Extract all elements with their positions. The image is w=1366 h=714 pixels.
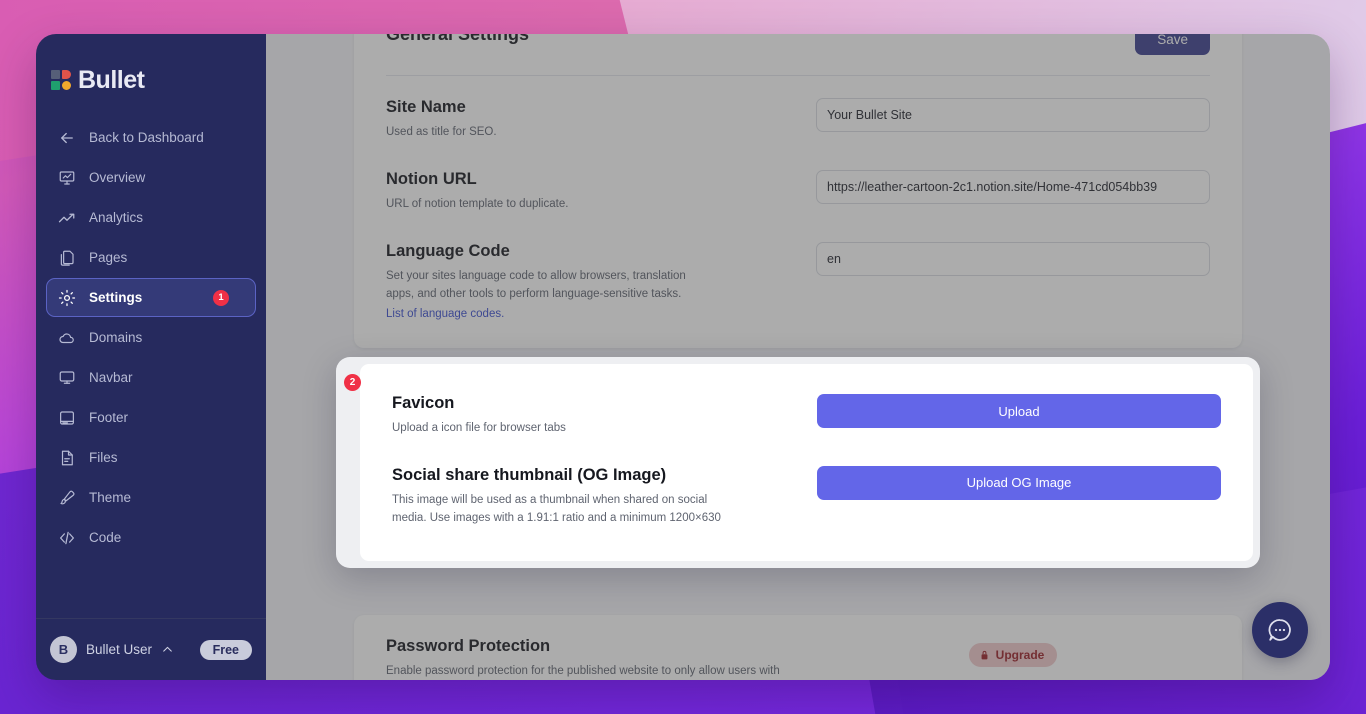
field-password-protection: Password Protection Enable password prot…	[386, 637, 1210, 680]
sidebar-item-back-to-dashboard[interactable]: Back to Dashboard	[46, 118, 256, 157]
language-code-input[interactable]: en	[816, 242, 1210, 276]
sidebar-item-domains[interactable]: Domains	[46, 318, 256, 357]
field-og-image-control: Upload OG Image	[817, 465, 1221, 500]
lock-icon	[979, 650, 990, 661]
field-notion-url-control: https://leather-cartoon-2c1.notion.site/…	[816, 170, 1210, 204]
sidebar-item-label: Footer	[89, 410, 129, 425]
sidebar-nav: Back to Dashboard Overview Analytics Pag…	[36, 118, 266, 618]
sidebar-item-label: Overview	[89, 170, 146, 185]
sidebar-item-label: Domains	[89, 330, 143, 345]
cloud-icon	[57, 328, 76, 347]
arrow-left-icon	[57, 128, 76, 147]
field-language-code-labels: Language Code Set your sites language co…	[386, 242, 816, 322]
upload-favicon-button[interactable]: Upload	[817, 394, 1221, 428]
field-label: Social share thumbnail (OG Image)	[392, 465, 667, 484]
sidebar-item-files[interactable]: Files	[46, 438, 256, 477]
general-settings-header: General Settings Save	[386, 34, 1210, 55]
field-label: Notion URL	[386, 170, 477, 188]
field-description: Enable password protection for the publi…	[386, 665, 780, 677]
sidebar: Bullet Back to Dashboard Overview Analyt	[36, 34, 266, 680]
monitor-icon	[57, 368, 76, 387]
sidebar-item-label: Settings	[89, 290, 143, 305]
avatar: B	[50, 636, 77, 663]
sidebar-item-settings[interactable]: Settings 1	[46, 278, 256, 317]
settings-notification-badge: 1	[213, 289, 229, 306]
field-favicon: Favicon Upload a icon file for browser t…	[392, 394, 1221, 438]
sidebar-item-theme[interactable]: Theme	[46, 478, 256, 517]
field-label: Password Protection	[386, 637, 551, 655]
general-settings-card: General Settings Save Site Name Used as …	[354, 34, 1242, 348]
sidebar-user-bar[interactable]: B Bullet User Free	[36, 618, 266, 680]
language-codes-link[interactable]: List of language codes.	[386, 308, 504, 320]
sidebar-item-code[interactable]: Code	[46, 518, 256, 557]
field-language-code: Language Code Set your sites language co…	[386, 220, 1210, 322]
field-favicon-labels: Favicon Upload a icon file for browser t…	[392, 394, 817, 438]
bullet-logo-icon	[51, 70, 71, 90]
paintbrush-icon	[57, 488, 76, 507]
sidebar-item-label: Theme	[89, 490, 132, 505]
upgrade-label: Upgrade	[995, 648, 1045, 662]
field-description: Used as title for SEO.	[386, 126, 497, 138]
field-og-image-labels: Social share thumbnail (OG Image) This i…	[392, 466, 817, 528]
documents-icon	[57, 248, 76, 267]
field-label: Language Code	[386, 242, 510, 260]
trending-up-icon	[57, 208, 76, 227]
sidebar-item-label: Analytics	[89, 210, 144, 225]
field-site-name-control: Your Bullet Site	[816, 98, 1210, 132]
sidebar-item-label: Pages	[89, 250, 128, 265]
sidebar-item-analytics[interactable]: Analytics	[46, 198, 256, 237]
field-description: Set your sites language code to allow br…	[386, 270, 686, 300]
field-description: Upload a icon file for browser tabs	[392, 422, 566, 434]
brand-logo[interactable]: Bullet	[36, 34, 266, 100]
sidebar-item-label: Code	[89, 530, 122, 545]
notion-url-input[interactable]: https://leather-cartoon-2c1.notion.site/…	[816, 170, 1210, 204]
upgrade-button[interactable]: Upgrade	[968, 643, 1058, 667]
sidebar-item-label: Back to Dashboard	[89, 130, 204, 145]
plan-badge[interactable]: Free	[199, 639, 252, 660]
media-settings-spotlight: 2 Favicon Upload a icon file for browser…	[336, 357, 1260, 569]
main-content: General Settings Save Site Name Used as …	[266, 34, 1330, 680]
chat-bubble-dots-icon	[1266, 616, 1294, 644]
field-password-control: Upgrade	[816, 637, 1210, 667]
field-label: Site Name	[386, 98, 466, 116]
user-name: Bullet User	[86, 642, 153, 657]
sidebar-item-overview[interactable]: Overview	[46, 158, 256, 197]
field-description: URL of notion template to duplicate.	[386, 198, 569, 210]
site-name-input[interactable]: Your Bullet Site	[816, 98, 1210, 132]
save-button[interactable]: Save	[1135, 34, 1210, 55]
brand-name: Bullet	[78, 65, 145, 94]
chevron-up-icon[interactable]	[161, 643, 174, 656]
window-icon	[57, 408, 76, 427]
password-protection-card: Password Protection Enable password prot…	[354, 615, 1242, 680]
field-description: This image will be used as a thumbnail w…	[392, 493, 721, 524]
upload-og-image-button[interactable]: Upload OG Image	[817, 465, 1221, 500]
media-settings-card: Favicon Upload a icon file for browser t…	[360, 364, 1253, 562]
field-site-name: Site Name Used as title for SEO. Your Bu…	[386, 76, 1210, 148]
field-label: Favicon	[392, 394, 455, 412]
app-window: Bullet Back to Dashboard Overview Analyt	[36, 34, 1330, 680]
sidebar-item-footer[interactable]: Footer	[46, 398, 256, 437]
sidebar-item-navbar[interactable]: Navbar	[46, 358, 256, 397]
field-site-name-labels: Site Name Used as title for SEO.	[386, 98, 816, 142]
chat-widget-button[interactable]	[1252, 602, 1308, 658]
page-title: General Settings	[386, 34, 530, 44]
gear-icon	[57, 288, 76, 307]
field-language-code-control: en	[816, 242, 1210, 276]
field-password-labels: Password Protection Enable password prot…	[386, 637, 816, 680]
field-notion-url: Notion URL URL of notion template to dup…	[386, 148, 1210, 220]
field-notion-url-labels: Notion URL URL of notion template to dup…	[386, 170, 816, 214]
sidebar-item-pages[interactable]: Pages	[46, 238, 256, 277]
sidebar-item-label: Files	[89, 450, 118, 465]
field-favicon-control: Upload	[817, 394, 1221, 428]
presentation-chart-icon	[57, 168, 76, 187]
sidebar-item-label: Navbar	[89, 370, 133, 385]
field-og-image: Social share thumbnail (OG Image) This i…	[392, 465, 1221, 528]
file-text-icon	[57, 448, 76, 467]
media-step-badge: 2	[344, 374, 361, 391]
code-brackets-icon	[57, 528, 76, 547]
